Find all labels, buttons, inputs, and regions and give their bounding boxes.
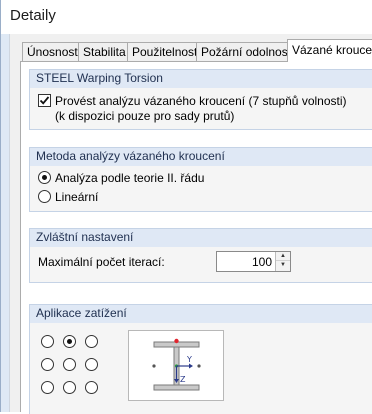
special-settings-header: Zvláštní nastavení [30,229,372,247]
cross-section-preview: Y Z [128,330,224,401]
method-option-second-order[interactable]: Analýza podle teorie II. řádu [38,171,204,185]
radio-linear[interactable] [38,190,51,203]
max-iterations-input[interactable] [217,252,275,271]
load-position-r2c2[interactable] [63,358,76,371]
z-axis-label: Z [180,375,186,384]
load-position-r1c3[interactable] [85,335,98,348]
tab-content: STEEL Warping Torsion Provést analýzu vá… [20,61,372,414]
title-bar: Detaily [1,0,372,34]
radio-second-order[interactable] [38,171,51,184]
load-application-group: Aplikace zatížení Y Z [29,304,372,414]
i-beam-section-icon: Y Z [152,338,201,391]
load-position-r2c3[interactable] [85,358,98,371]
method-option-label: Lineární [55,190,99,204]
load-position-r3c1[interactable] [41,381,54,394]
warping-group: STEEL Warping Torsion Provést analýzu vá… [29,69,372,130]
warping-group-header: STEEL Warping Torsion [30,70,372,88]
load-application-header: Aplikace zatížení [30,305,372,323]
checkmark-icon [39,96,50,105]
y-axis-label: Y [186,355,192,364]
y-axis-arrow [189,363,193,369]
load-position-r3c3[interactable] [85,381,98,394]
details-panel: Únosnost Stabilita Použitelnost Požární … [9,34,372,414]
load-position-r3c2[interactable] [63,381,76,394]
special-settings-body: Maximální počet iterací: ▲ ▼ [30,247,372,283]
warping-checkbox-label: Provést analýzu vázaného kroucení (7 stu… [55,94,347,108]
method-option-label: Analýza podle teorie II. řádu [55,171,205,185]
stepper-arrows: ▲ ▼ [275,252,290,271]
details-window: Detaily Únosnost Stabilita Použitelnost … [0,0,372,414]
tab-stabilita[interactable]: Stabilita [78,42,131,62]
warping-checkbox[interactable] [38,94,51,107]
max-iterations-stepper[interactable]: ▲ ▼ [216,251,291,272]
load-position-r1c2[interactable] [63,335,76,348]
special-settings-group: Zvláštní nastavení Maximální počet itera… [29,228,372,283]
tab-strip: Únosnost Stabilita Použitelnost Požární … [10,39,372,62]
load-position-r2c1[interactable] [41,358,54,371]
warping-checkbox-note: (k dispozici pouze pro sady prutů) [55,109,235,123]
tab-unosnost[interactable]: Únosnost [22,42,83,62]
right-point-marker [197,364,201,368]
tab-pouzitelnost[interactable]: Použitelnost [127,42,203,62]
load-point-marker [174,338,179,344]
tab-vazane-krouceni[interactable]: Vázané kroucení [287,39,372,62]
left-point-marker [152,364,156,368]
warping-checkbox-row[interactable]: Provést analýzu vázaného kroucení (7 stu… [38,94,347,108]
window-title: Detaily [10,7,56,24]
method-group: Metoda analýzy vázaného kroucení Analýza… [29,147,372,212]
stepper-up-icon[interactable]: ▲ [276,252,290,261]
load-position-r1c1[interactable] [41,335,54,348]
method-group-header: Metoda analýzy vázaného kroucení [30,148,372,166]
max-iterations-label: Maximální počet iterací: [38,255,165,269]
tab-pozarni-odolnost[interactable]: Požární odolnost [196,42,297,62]
stepper-down-icon[interactable]: ▼ [276,261,290,270]
method-option-linear[interactable]: Lineární [38,190,98,204]
